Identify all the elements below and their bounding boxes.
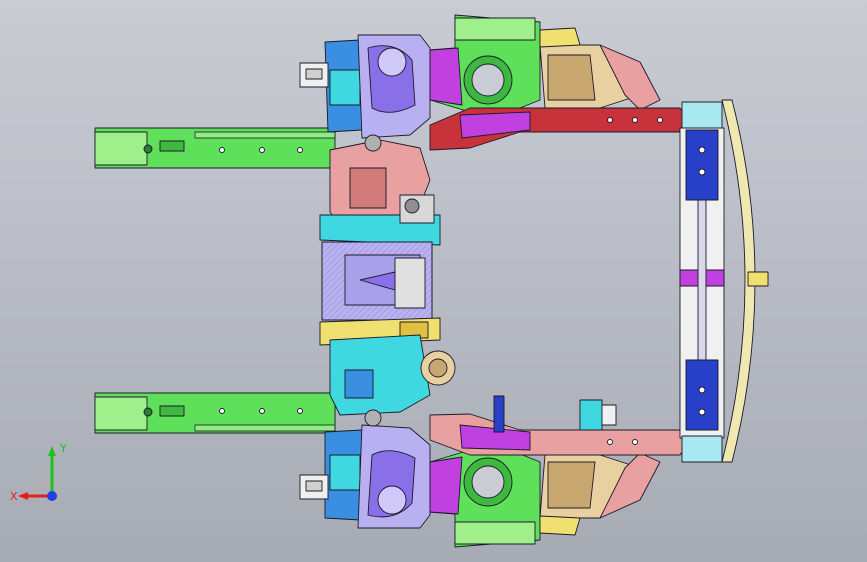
- y-axis-label: Y: [59, 442, 67, 455]
- lower-strut-tower[interactable]: [429, 449, 541, 548]
- x-axis-arrowhead: [18, 492, 28, 500]
- upper-left-bracket[interactable]: [299, 39, 363, 133]
- upper-shock-mount[interactable]: [539, 27, 661, 111]
- lower-left-rail[interactable]: [94, 392, 336, 434]
- lower-cyan-crossbar[interactable]: [329, 334, 456, 427]
- y-axis-arrowhead: [48, 446, 56, 456]
- z-axis-dot: [47, 491, 57, 501]
- graphics-viewport[interactable]: Y X: [0, 0, 867, 562]
- lower-posts[interactable]: [493, 395, 617, 433]
- x-axis-label: X: [10, 490, 18, 503]
- lower-left-bracket[interactable]: [299, 429, 363, 521]
- center-panel[interactable]: [321, 241, 433, 321]
- upper-left-rail[interactable]: [94, 127, 336, 169]
- upper-strut-tower[interactable]: [429, 14, 541, 113]
- upper-red-member[interactable]: [429, 107, 691, 151]
- coordinate-triad: Y X: [10, 442, 67, 503]
- bumper-beam[interactable]: [721, 99, 769, 463]
- upper-wheelhouse[interactable]: [357, 34, 431, 139]
- lower-red-member[interactable]: [429, 413, 691, 456]
- lower-shock-mount[interactable]: [539, 452, 661, 536]
- car-frame-model[interactable]: [0, 0, 867, 562]
- lower-wheelhouse[interactable]: [357, 424, 431, 529]
- front-crossmember[interactable]: [679, 101, 725, 463]
